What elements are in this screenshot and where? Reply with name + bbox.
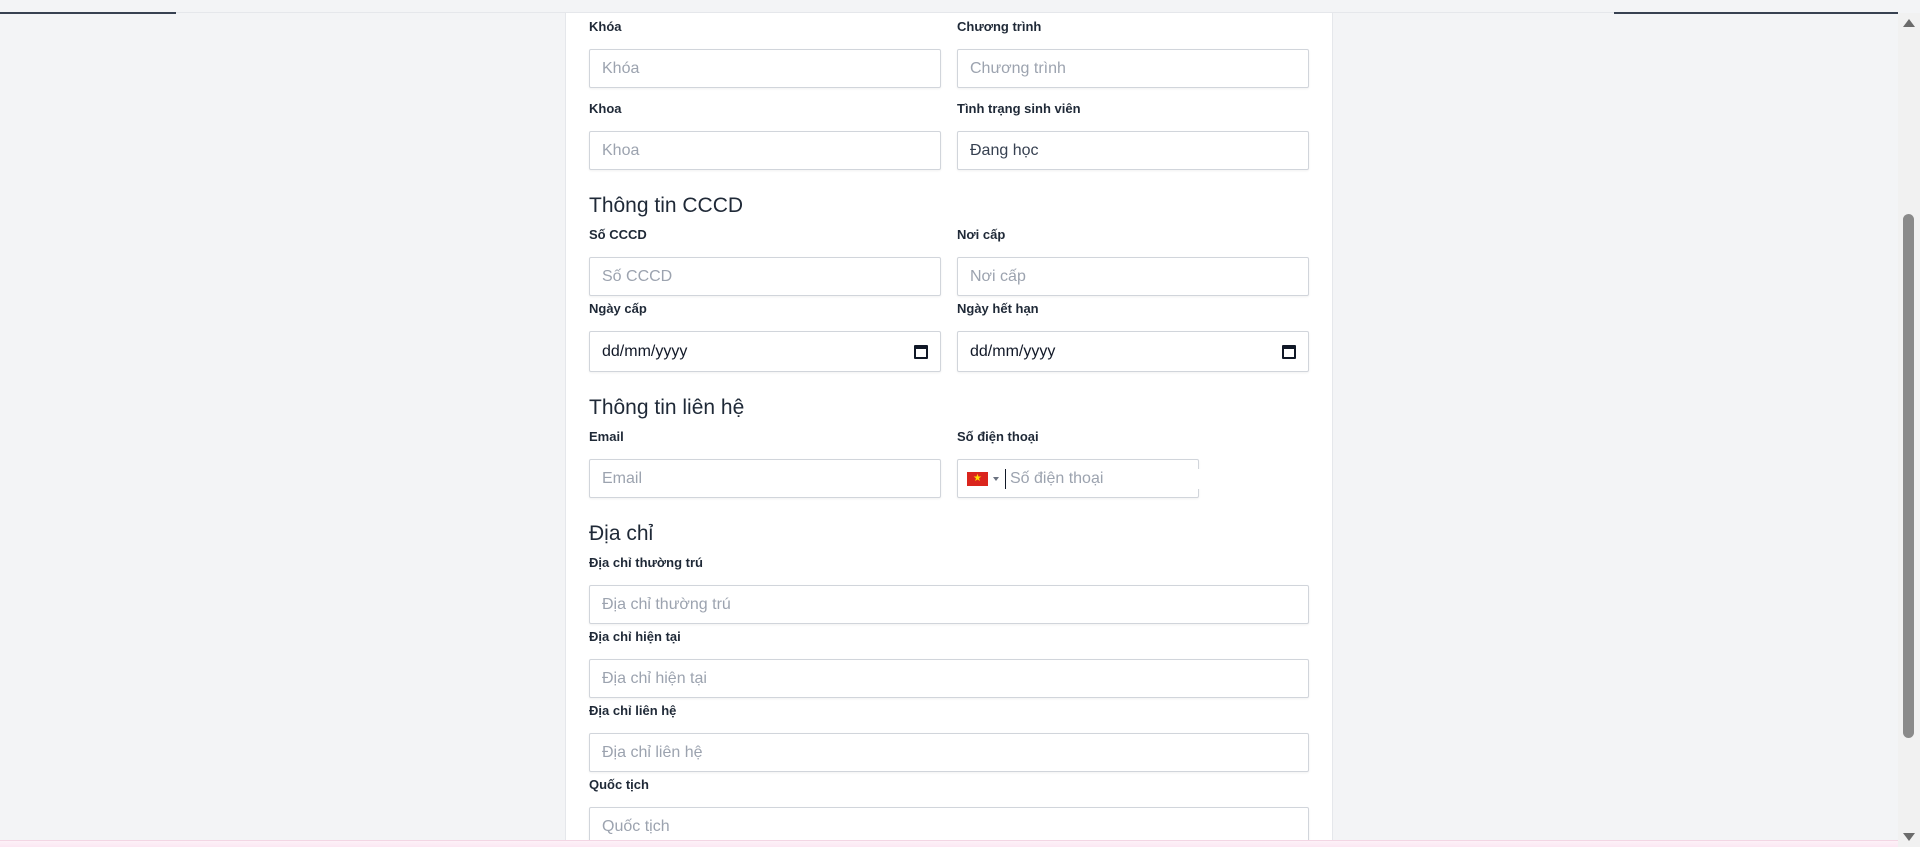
calendar-icon[interactable] (914, 344, 928, 359)
form-row-id-number-place: Số CCCD Nơi cấp (589, 227, 1309, 296)
permanent-address-label: Địa chỉ thường trú (589, 555, 703, 570)
expiry-date-label: Ngày hết hạn (957, 301, 1039, 316)
id-number-field: Số CCCD (589, 227, 941, 296)
vietnam-flag-icon: ★ (967, 471, 988, 486)
header-edge-right (1614, 12, 1898, 14)
form-row-permanent-address: Địa chỉ thường trú (589, 555, 1309, 624)
issue-place-field: Nơi cấp (957, 227, 1309, 296)
mailing-address-input[interactable] (589, 733, 1309, 772)
id-number-input[interactable] (589, 257, 941, 296)
form-row-current-address: Địa chỉ hiện tại (589, 629, 1309, 698)
nationality-label: Quốc tịch (589, 777, 649, 792)
course-label: Khóa (589, 19, 622, 34)
calendar-icon[interactable] (1282, 344, 1296, 359)
permanent-address-field: Địa chỉ thường trú (589, 555, 1309, 624)
current-address-field: Địa chỉ hiện tại (589, 629, 1309, 698)
email-label: Email (589, 429, 624, 444)
phone-label: Số điện thoại (957, 429, 1039, 444)
scroll-down-arrow-icon[interactable] (1903, 833, 1915, 841)
program-label: Chương trình (957, 19, 1042, 34)
faculty-field: Khoa (589, 101, 941, 170)
issue-date-value: dd/mm/yyyy (602, 342, 688, 360)
email-input[interactable] (589, 459, 941, 498)
section-title-id-card: Thông tin CCCD (589, 194, 744, 217)
scrollbar-thumb[interactable] (1903, 214, 1914, 738)
phone-input[interactable] (1005, 468, 1221, 489)
form-row-mailing-address: Địa chỉ liên hệ (589, 703, 1309, 772)
expiry-date-value: dd/mm/yyyy (970, 342, 1056, 360)
caret-down-icon (993, 476, 999, 481)
program-input[interactable] (957, 49, 1309, 88)
section-title-address: Địa chỉ (589, 522, 654, 545)
program-field: Chương trình (957, 19, 1309, 88)
mailing-address-label: Địa chỉ liên hệ (589, 703, 677, 718)
phone-input-group: ★ (957, 459, 1221, 498)
issue-place-input[interactable] (957, 257, 1309, 296)
phone-field: Số điện thoại ★ (957, 429, 1309, 498)
course-field: Khóa (589, 19, 941, 88)
page-viewport: Khóa Chương trình Khoa Tình trạng sinh v… (0, 0, 1920, 847)
id-number-label: Số CCCD (589, 227, 647, 242)
current-address-input[interactable] (589, 659, 1309, 698)
mailing-address-field: Địa chỉ liên hệ (589, 703, 1309, 772)
bottom-border-strip (0, 840, 1898, 847)
vertical-scrollbar[interactable] (1898, 13, 1920, 847)
course-input[interactable] (589, 49, 941, 88)
issue-date-input[interactable]: dd/mm/yyyy (589, 331, 941, 372)
student-status-field: Tình trạng sinh viên (957, 101, 1309, 170)
country-code-dropdown[interactable]: ★ (958, 460, 1005, 497)
permanent-address-input[interactable] (589, 585, 1309, 624)
form-row-email-phone: Email Số điện thoại ★ (589, 429, 1309, 498)
student-status-input[interactable] (957, 131, 1309, 170)
scroll-up-arrow-icon[interactable] (1903, 19, 1915, 27)
expiry-date-field: Ngày hết hạn dd/mm/yyyy (957, 301, 1309, 372)
header-edge-left (0, 12, 176, 14)
email-field: Email (589, 429, 941, 498)
current-address-label: Địa chỉ hiện tại (589, 629, 681, 644)
expiry-date-input[interactable]: dd/mm/yyyy (957, 331, 1309, 372)
form-row-faculty-status: Khoa Tình trạng sinh viên (589, 101, 1309, 170)
nationality-field: Quốc tịch (589, 777, 1309, 846)
student-form-card: Khóa Chương trình Khoa Tình trạng sinh v… (565, 13, 1333, 847)
issue-place-label: Nơi cấp (957, 227, 1006, 242)
issue-date-label: Ngày cấp (589, 301, 647, 316)
issue-date-field: Ngày cấp dd/mm/yyyy (589, 301, 941, 372)
section-title-contact: Thông tin liên hệ (589, 396, 745, 419)
form-row-nationality: Quốc tịch (589, 777, 1309, 846)
faculty-input[interactable] (589, 131, 941, 170)
student-status-label: Tình trạng sinh viên (957, 101, 1081, 116)
form-row-dates: Ngày cấp dd/mm/yyyy Ngày hết hạn dd/mm/y… (589, 301, 1309, 372)
form-row-course-program: Khóa Chương trình (589, 19, 1309, 88)
faculty-label: Khoa (589, 101, 622, 116)
